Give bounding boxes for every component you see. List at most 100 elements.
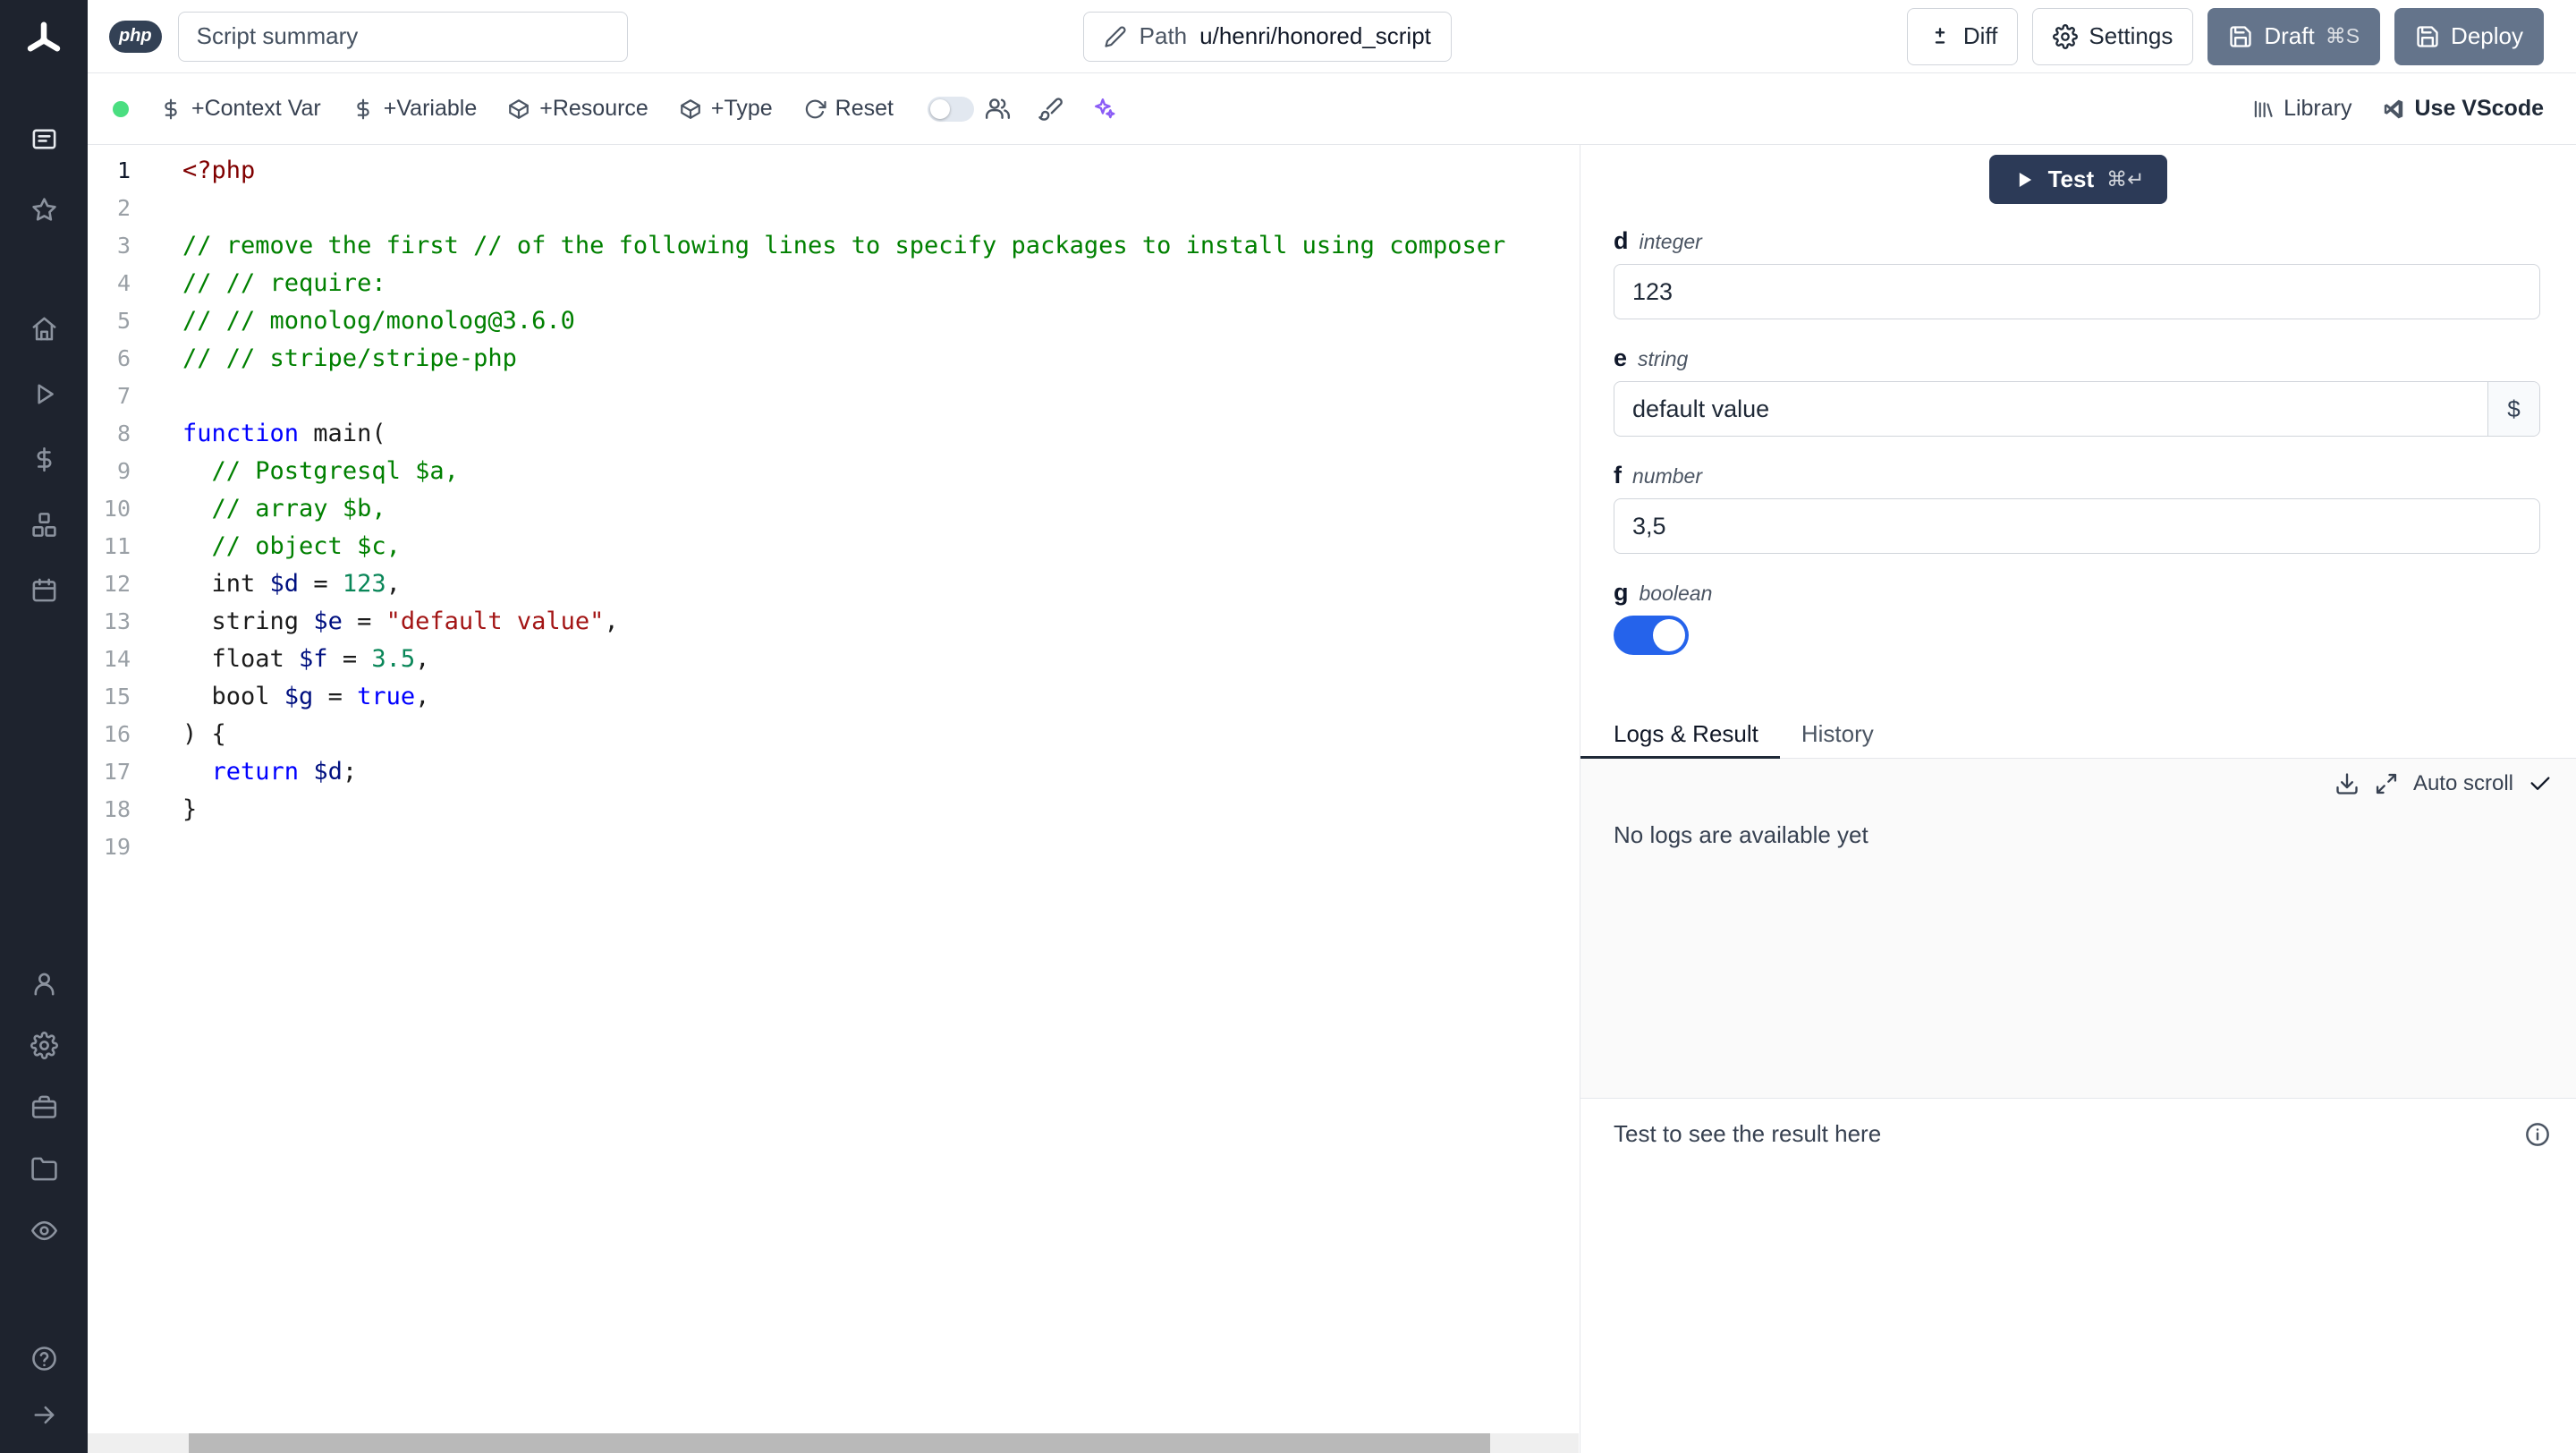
add-context-var-button[interactable]: +Context Var: [159, 96, 321, 122]
code-line[interactable]: 4 // // require:: [88, 265, 1580, 302]
field-g: g boolean: [1614, 579, 2540, 655]
code-line[interactable]: 7: [88, 378, 1580, 415]
line-number: 17: [103, 759, 131, 785]
add-resource-button[interactable]: +Resource: [507, 96, 648, 122]
tab-history[interactable]: History: [1780, 712, 1895, 759]
use-vscode-button[interactable]: Use VScode: [2382, 96, 2544, 122]
users-icon[interactable]: [985, 96, 1011, 122]
test-row: Test ⌘↵: [1580, 145, 2576, 204]
sidebar-item-runs[interactable]: [23, 373, 64, 414]
field-input-d[interactable]: [1614, 264, 2540, 319]
dollar-icon: [159, 98, 182, 121]
add-type-button[interactable]: +Type: [679, 96, 773, 122]
sidebar-item-favorites[interactable]: [23, 189, 64, 230]
sidebar-item-settings[interactable]: [23, 1024, 64, 1066]
logs-panel: Auto scroll No logs are available yet: [1580, 759, 2576, 1099]
toolbox-icon: [30, 1093, 58, 1121]
test-shortcut: ⌘↵: [2106, 167, 2145, 191]
draft-button[interactable]: Draft ⌘S: [2207, 7, 2381, 65]
code-line[interactable]: 8 function main(: [88, 415, 1580, 453]
multiplayer-toggle[interactable]: [927, 96, 974, 122]
ai-sparkles-icon[interactable]: [1090, 96, 1116, 122]
path-value[interactable]: u/henri/honored_script: [1199, 22, 1431, 50]
help-icon: [30, 1345, 58, 1372]
play-icon: [2012, 168, 2036, 191]
code-line[interactable]: 1 <?php: [88, 152, 1580, 190]
tab-logs-result[interactable]: Logs & Result: [1580, 712, 1780, 759]
expand-logs-icon[interactable]: [2374, 771, 2399, 796]
code-editor[interactable]: 1 <?php 2 3 // remove the first // of the fo…: [88, 145, 1580, 1453]
result-placeholder: Test to see the result here: [1614, 1120, 1882, 1147]
php-language-badge: php: [109, 20, 162, 53]
code-line[interactable]: 13 string $e = "default value",: [88, 603, 1580, 641]
topbar-actions: Diff Settings Draft ⌘S Deploy: [1906, 7, 2544, 65]
sidebar-item-account[interactable]: [23, 963, 64, 1004]
diff-label: Diff: [1962, 22, 1998, 49]
deploy-label: Deploy: [2451, 22, 2523, 49]
sidebar-item-folders[interactable]: [23, 1148, 64, 1189]
code-line[interactable]: 16) {: [88, 716, 1580, 753]
calendar-icon: [30, 576, 58, 604]
code-line[interactable]: 10 // array $b,: [88, 490, 1580, 528]
code-line[interactable]: 5 // // monolog/monolog@3.6.0: [88, 302, 1580, 340]
sidebar-item-resources[interactable]: [23, 504, 64, 545]
line-number: 6: [116, 345, 131, 371]
auto-scroll-label[interactable]: Auto scroll: [2413, 771, 2513, 796]
deploy-icon: [2415, 24, 2440, 49]
add-variable-label: +Variable: [383, 96, 478, 121]
sidebar-item-variables[interactable]: [23, 438, 64, 480]
reset-label: Reset: [835, 96, 894, 121]
code-line[interactable]: 19: [88, 828, 1580, 866]
sidebar-item-home[interactable]: [23, 308, 64, 349]
status-dot: [113, 100, 129, 117]
horizontal-scrollbar[interactable]: [88, 1433, 1579, 1453]
dollar-icon: [30, 446, 58, 473]
add-context-var-label: +Context Var: [191, 96, 321, 121]
field-input-e[interactable]: [1614, 381, 2540, 437]
result-panel: Test to see the result here: [1580, 1099, 2576, 1169]
diff-button[interactable]: Diff: [1906, 7, 2019, 65]
add-variable-button[interactable]: +Variable: [352, 96, 477, 122]
code-line[interactable]: 3 // remove the first // of the following…: [88, 227, 1580, 265]
script-summary-input[interactable]: [177, 11, 628, 62]
field-input-f[interactable]: [1614, 498, 2540, 554]
code-line[interactable]: 2: [88, 190, 1580, 227]
path-pill[interactable]: Path u/henri/honored_script: [1082, 11, 1452, 62]
line-number: 11: [103, 533, 131, 559]
scrollbar-thumb[interactable]: [189, 1433, 1490, 1453]
test-button[interactable]: Test ⌘↵: [1988, 155, 2168, 204]
sidebar-group-top: [23, 118, 64, 259]
insert-variable-button[interactable]: $: [2487, 382, 2539, 436]
sidebar-item-quick-menu[interactable]: [23, 118, 64, 159]
sidebar-item-workers[interactable]: [23, 1086, 64, 1127]
line-number: 18: [103, 796, 131, 822]
code-line[interactable]: 12 int $d = 123,: [88, 565, 1580, 603]
reset-button[interactable]: Reset: [803, 96, 894, 122]
auto-scroll-check-icon[interactable]: [2528, 771, 2553, 796]
test-label: Test: [2047, 166, 2095, 192]
code-line[interactable]: 18}: [88, 791, 1580, 828]
code-line[interactable]: 11 // object $c,: [88, 528, 1580, 565]
sidebar-item-help[interactable]: [23, 1338, 64, 1379]
download-logs-icon[interactable]: [2334, 771, 2360, 796]
sidebar-item-schedules[interactable]: [23, 569, 64, 610]
code-text: <?php: [182, 157, 256, 184]
deploy-button[interactable]: Deploy: [2394, 7, 2544, 65]
sidebar-item-audit-logs[interactable]: [23, 1210, 64, 1251]
code-line[interactable]: 9 // Postgresql $a,: [88, 453, 1580, 490]
field-label-d: d integer: [1614, 227, 1702, 254]
code-line[interactable]: 14 float $f = 3.5,: [88, 641, 1580, 678]
format-brush-icon[interactable]: [1038, 96, 1063, 122]
code-line[interactable]: 6 // // stripe/stripe-php: [88, 340, 1580, 378]
code-line[interactable]: 15 bool $g = true,: [88, 678, 1580, 716]
library-button[interactable]: Library: [2251, 96, 2351, 122]
field-toggle-g[interactable]: [1614, 616, 1689, 655]
field-f: f number: [1614, 462, 2540, 554]
save-draft-icon: [2228, 24, 2253, 49]
sidebar-item-expand-sidebar[interactable]: [23, 1394, 64, 1435]
gear-icon: [30, 1031, 58, 1059]
windmill-logo-icon[interactable]: [23, 20, 64, 61]
code-text: // Postgresql $a,: [211, 457, 459, 485]
settings-button[interactable]: Settings: [2032, 7, 2194, 65]
code-line[interactable]: 17 return $d;: [88, 753, 1580, 791]
